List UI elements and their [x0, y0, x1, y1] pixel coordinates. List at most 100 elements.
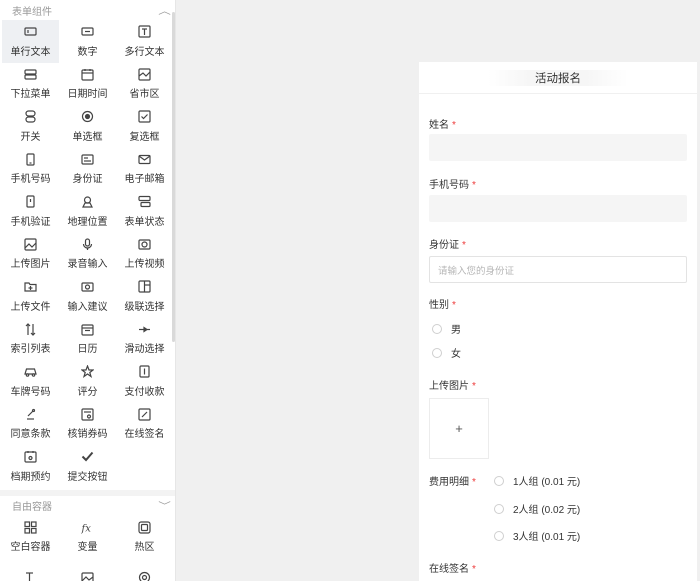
single-line-text-icon: [24, 25, 38, 39]
phone-label: 手机号码 *: [429, 180, 476, 191]
palette-item-checkbox[interactable]: 复选框: [116, 105, 173, 148]
switch-icon: [24, 110, 38, 124]
palette-item-label: 滑动选择: [124, 344, 165, 356]
palette-item-label: 输入建议: [67, 301, 108, 313]
palette-item-schedule[interactable]: 档期预约: [2, 445, 59, 488]
palette-scrollbar[interactable]: [172, 12, 175, 342]
radio-circle-icon: [432, 323, 442, 334]
fee-option-2[interactable]: 2人组 (0.02 元): [494, 501, 580, 516]
svg-text:fx: fx: [81, 523, 91, 534]
palette-item-radio[interactable]: 单选框: [59, 105, 116, 148]
palette-item-label: 索引列表: [10, 344, 51, 356]
text-format-icon: [24, 570, 38, 581]
phone-input[interactable]: [429, 195, 687, 222]
palette-item-form-status[interactable]: 表单状态: [116, 190, 173, 233]
chevron-down-icon[interactable]: ﹀: [158, 499, 171, 512]
palette-item-label: 日期时间: [67, 89, 108, 101]
palette-item-label: 变量: [77, 542, 98, 554]
palette-item-switch[interactable]: 开关: [2, 105, 59, 148]
palette-item-text-format[interactable]: [2, 558, 59, 581]
palette-item-number[interactable]: 数字: [59, 20, 116, 63]
palette-item-label: 支付收款: [124, 386, 165, 398]
palette-item-label: 手机验证: [10, 216, 51, 228]
palette-item-star[interactable]: 评分: [59, 360, 116, 403]
palette-item-calendar-grid[interactable]: 日历: [59, 318, 116, 361]
signature-label: 在线签名 *: [429, 564, 476, 575]
chevron-up-icon[interactable]: ︿: [158, 4, 171, 17]
palette-item-fx[interactable]: fx 变量: [59, 516, 116, 559]
palette-item-check[interactable]: 提交按钮: [59, 445, 116, 488]
palette-item-hotspot[interactable]: 热区: [116, 516, 173, 559]
palette-item-single-line-text[interactable]: 单行文本: [2, 20, 59, 63]
palette-item-mail[interactable]: 电子邮箱: [116, 148, 173, 191]
mail-icon: [138, 152, 152, 166]
microphone-icon: [81, 237, 95, 251]
form-title: 活动报名: [488, 69, 628, 86]
palette-item-label: 热区: [134, 542, 155, 554]
hotspot-icon: [138, 520, 152, 534]
palette-item-location[interactable]: 地理位置: [59, 190, 116, 233]
palette-item-label: 档期预约: [10, 471, 51, 483]
palette-item-file-upload[interactable]: 上传文件: [2, 275, 59, 318]
palette-item-signature[interactable]: 在线签名: [116, 403, 173, 446]
palette-item-phone-verify[interactable]: 手机验证: [2, 190, 59, 233]
radio-circle-icon: [494, 475, 504, 486]
palette-item-microphone[interactable]: 录音输入: [59, 233, 116, 276]
palette-item-label: 电子邮箱: [124, 174, 165, 186]
location-icon: [81, 195, 95, 209]
palette-item-slider[interactable]: 滑动选择: [116, 318, 173, 361]
palette-item-label: 复选框: [129, 131, 160, 143]
image-upload-button[interactable]: +: [429, 398, 489, 459]
palette-item-suggestion[interactable]: 输入建议: [59, 275, 116, 318]
form-header: 活动报名: [419, 62, 697, 94]
palette-item-calendar[interactable]: 日期时间: [59, 63, 116, 106]
gender-option-male[interactable]: 男: [432, 321, 461, 336]
form-preview: 活动报名 姓名 * 手机号码 * 身份证 * 请输入您的身份证 性别 * 男 女 上传图…: [419, 62, 697, 581]
palette-item-index-list[interactable]: 索引列表: [2, 318, 59, 361]
fee-option-3[interactable]: 3人组 (0.01 元): [494, 528, 580, 543]
id-card-input[interactable]: 请输入您的身份证: [429, 256, 687, 283]
star-icon: [81, 365, 95, 379]
palette-item-dropdown[interactable]: 下拉菜单: [2, 63, 59, 106]
palette-item-agree-terms[interactable]: 同意条款: [2, 403, 59, 446]
palette-item-phone[interactable]: 手机号码: [2, 148, 59, 191]
free-container-header[interactable]: 自由容器 ﹀: [0, 496, 175, 516]
palette-item-image-upload[interactable]: 上传图片: [2, 233, 59, 276]
id-card-label: 身份证 *: [429, 240, 466, 251]
image-upload-label: 上传图片 *: [429, 381, 476, 392]
palette-item-label: 上传视频: [124, 259, 165, 271]
palette-item-payment[interactable]: 支付收款: [116, 360, 173, 403]
palette-item-cascade[interactable]: 级联选择: [116, 275, 173, 318]
palette-item-label: 开关: [20, 131, 41, 143]
gender-option-female[interactable]: 女: [432, 345, 461, 360]
palette-item-label: 数字: [77, 46, 98, 58]
radio-icon: [81, 110, 95, 124]
palette-item-label: 提交按钮: [67, 471, 108, 483]
name-label: 姓名 *: [429, 120, 456, 131]
form-status-icon: [138, 195, 152, 209]
component-palette: 表单组件 ︿ 单行文本 数字 多行文本下拉菜单 日期时间 省市区开关 单选框 复选框手机号码…: [0, 0, 176, 581]
palette-item-car-plate[interactable]: 车牌号码: [2, 360, 59, 403]
palette-item-video-upload[interactable]: 上传视频: [116, 233, 173, 276]
fee-option-1[interactable]: 1人组 (0.01 元): [494, 473, 580, 488]
id-card-placeholder: 请输入您的身份证: [438, 265, 515, 277]
palette-item-target[interactable]: [116, 558, 173, 581]
form-components-header[interactable]: 表单组件 ︿: [0, 0, 175, 20]
palette-item-region-map[interactable]: 省市区: [116, 63, 173, 106]
palette-item-image[interactable]: [59, 558, 116, 581]
palette-item-coupon[interactable]: 核销券码: [59, 403, 116, 446]
file-upload-icon: [24, 280, 38, 294]
palette-item-label: 级联选择: [124, 301, 165, 313]
gender-label: 性别 *: [429, 300, 456, 311]
palette-item-multi-line-text[interactable]: 多行文本: [116, 20, 173, 63]
radio-circle-icon: [494, 503, 504, 514]
palette-item-label: 在线签名: [124, 429, 165, 441]
car-plate-icon: [24, 365, 38, 379]
image-icon: [81, 570, 95, 581]
slider-icon: [138, 322, 152, 336]
palette-item-id-card[interactable]: 身份证: [59, 148, 116, 191]
calendar-icon: [81, 67, 95, 81]
name-input[interactable]: [429, 134, 687, 161]
palette-item-label: 核销券码: [67, 429, 108, 441]
palette-item-blank-container[interactable]: 空白容器: [2, 516, 59, 559]
